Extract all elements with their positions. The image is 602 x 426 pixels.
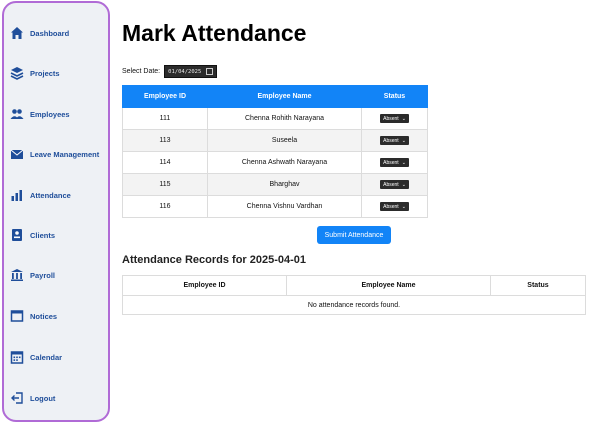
date-input[interactable]: 01/04/2025 bbox=[164, 65, 218, 78]
sidebar-item-label: Projects bbox=[30, 68, 60, 78]
calendar-icon bbox=[10, 350, 24, 364]
table-row: 113 Suseela Absent ⌄ bbox=[122, 129, 428, 152]
column-header: Status bbox=[361, 85, 428, 108]
sidebar-item-calendar[interactable]: Calendar bbox=[10, 347, 62, 367]
table-row: 116 Chenna Vishnu Vardhan Absent ⌄ bbox=[122, 195, 428, 218]
window-icon bbox=[10, 309, 24, 323]
sidebar-item-label: Employees bbox=[30, 109, 70, 119]
status-select[interactable]: Absent ⌄ bbox=[380, 136, 409, 145]
calendar-picker-icon[interactable] bbox=[206, 68, 214, 75]
page-title: Mark Attendance bbox=[122, 20, 307, 46]
sidebar-item-label: Payroll bbox=[30, 270, 56, 280]
employee-id: 113 bbox=[122, 129, 208, 152]
status-select[interactable]: Absent ⌄ bbox=[380, 202, 409, 211]
sidebar-item-leave-management[interactable]: Leave Management bbox=[10, 144, 99, 164]
status-select[interactable]: Absent ⌄ bbox=[380, 114, 409, 123]
employee-id: 115 bbox=[122, 173, 208, 196]
users-icon bbox=[10, 107, 24, 121]
date-selector: Select Date: 01/04/2025 bbox=[122, 65, 218, 78]
sidebar-item-projects[interactable]: Projects bbox=[10, 63, 60, 83]
chevron-down-icon: ⌄ bbox=[401, 203, 406, 210]
chevron-down-icon: ⌄ bbox=[401, 137, 406, 144]
attendance-table: Employee ID Employee Name Status 111 Che… bbox=[122, 85, 428, 218]
sidebar-item-label: Notices bbox=[30, 311, 58, 321]
chevron-down-icon: ⌄ bbox=[401, 159, 406, 166]
status-value: Absent bbox=[383, 137, 399, 144]
status-select[interactable]: Absent ⌄ bbox=[380, 180, 409, 189]
column-header: Employee Name bbox=[286, 275, 491, 296]
sidebar-item-clients[interactable]: Clients bbox=[10, 225, 55, 245]
home-icon bbox=[10, 26, 24, 40]
bank-icon bbox=[10, 268, 24, 282]
id-card-icon bbox=[10, 228, 24, 242]
status-value: Absent bbox=[383, 115, 399, 122]
sidebar-item-label: Leave Management bbox=[30, 149, 100, 159]
employee-name: Chenna Ashwath Narayana bbox=[207, 151, 362, 174]
status-value: Absent bbox=[383, 159, 399, 166]
sidebar-item-label: Dashboard bbox=[30, 28, 70, 38]
sidebar-item-payroll[interactable]: Payroll bbox=[10, 265, 55, 285]
sidebar-item-label: Clients bbox=[30, 230, 56, 240]
sidebar: Dashboard Projects Employees Leave Manag… bbox=[2, 1, 110, 422]
column-header: Employee ID bbox=[122, 85, 208, 108]
sidebar-item-label: Logout bbox=[30, 393, 56, 403]
employee-id: 114 bbox=[122, 151, 208, 174]
chevron-down-icon: ⌄ bbox=[401, 115, 406, 122]
table-row: 115 Bharghav Absent ⌄ bbox=[122, 173, 428, 196]
records-title: Attendance Records for 2025-04-01 bbox=[122, 254, 307, 266]
bar-chart-icon bbox=[10, 188, 24, 202]
records-table: Employee ID Employee Name Status No atte… bbox=[122, 275, 586, 315]
employee-id: 111 bbox=[122, 107, 208, 130]
sidebar-item-notices[interactable]: Notices bbox=[10, 306, 57, 326]
column-header: Employee ID bbox=[122, 275, 287, 296]
column-header: Status bbox=[490, 275, 586, 296]
status-value: Absent bbox=[383, 181, 399, 188]
table-row: 114 Chenna Ashwath Narayana Absent ⌄ bbox=[122, 151, 428, 174]
sidebar-item-dashboard[interactable]: Dashboard bbox=[10, 23, 69, 43]
employee-id: 116 bbox=[122, 195, 208, 218]
sidebar-item-attendance[interactable]: Attendance bbox=[10, 185, 71, 205]
mail-icon bbox=[10, 147, 24, 161]
employee-name: Chenna Vishnu Vardhan bbox=[207, 195, 362, 218]
layers-icon bbox=[10, 66, 24, 80]
status-select[interactable]: Absent ⌄ bbox=[380, 158, 409, 167]
chevron-down-icon: ⌄ bbox=[401, 181, 406, 188]
employee-name: Bharghav bbox=[207, 173, 362, 196]
employee-name: Suseela bbox=[207, 129, 362, 152]
logout-icon bbox=[10, 391, 24, 405]
table-row: 111 Chenna Rohith Narayana Absent ⌄ bbox=[122, 107, 428, 130]
status-value: Absent bbox=[383, 203, 399, 210]
employee-name: Chenna Rohith Narayana bbox=[207, 107, 362, 130]
empty-message: No attendance records found. bbox=[122, 295, 586, 315]
date-label: Select Date: bbox=[122, 68, 161, 75]
date-value: 01/04/2025 bbox=[168, 68, 202, 75]
sidebar-item-label: Attendance bbox=[30, 190, 71, 200]
table-row: No attendance records found. bbox=[122, 295, 586, 315]
submit-attendance-button[interactable]: Submit Attendance bbox=[317, 226, 391, 244]
sidebar-item-logout[interactable]: Logout bbox=[10, 388, 55, 408]
column-header: Employee Name bbox=[207, 85, 362, 108]
sidebar-item-label: Calendar bbox=[30, 352, 63, 362]
sidebar-item-employees[interactable]: Employees bbox=[10, 104, 70, 124]
